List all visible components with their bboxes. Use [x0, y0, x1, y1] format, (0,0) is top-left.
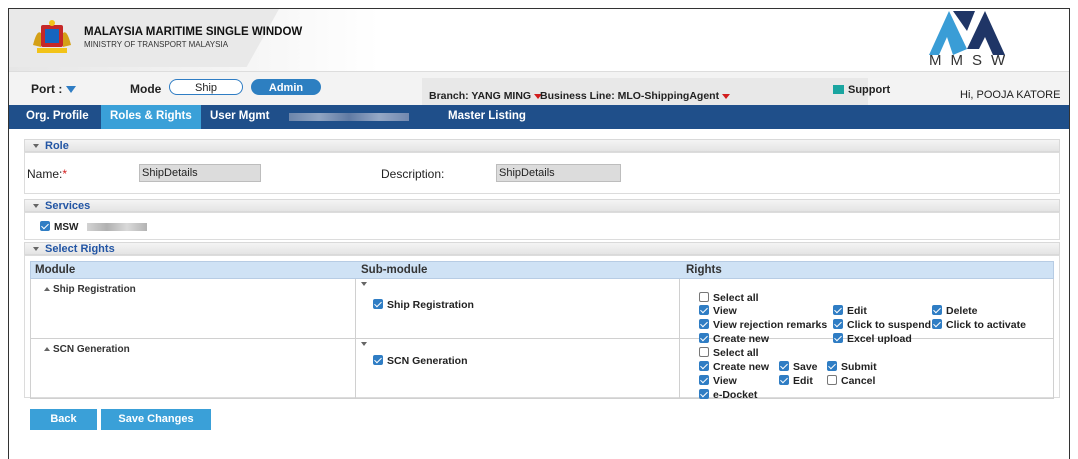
redacted-tab[interactable]	[289, 113, 409, 121]
right-select-all[interactable]: Select all	[699, 347, 759, 359]
checkbox-checked-icon[interactable]	[699, 305, 709, 315]
port-selector[interactable]: Port :	[31, 82, 77, 96]
rights-section-header[interactable]: Select Rights	[24, 242, 1060, 255]
app-frame: MALAYSIA MARITIME SINGLE WINDOW MINISTRY…	[8, 8, 1070, 459]
checkbox-checked-icon[interactable]	[699, 319, 709, 329]
rights-table-header: Module Sub-module Rights	[30, 261, 1054, 279]
name-input[interactable]: ShipDetails	[139, 164, 261, 182]
caret-down-icon	[66, 86, 77, 94]
mode-label: Mode	[130, 82, 162, 96]
mode-admin-toggle[interactable]: Admin	[251, 79, 321, 95]
collapse-icon[interactable]	[361, 342, 367, 346]
expand-icon	[44, 347, 50, 351]
expand-icon	[44, 287, 50, 291]
checkbox-checked-icon[interactable]	[833, 305, 843, 315]
services-section	[24, 212, 1060, 240]
collapse-icon	[33, 247, 39, 252]
checkbox-checked-icon[interactable]	[699, 389, 709, 399]
right-view[interactable]: View	[699, 305, 737, 317]
redacted-service	[87, 223, 147, 231]
description-label: Description:	[381, 167, 445, 181]
mode-ship-toggle[interactable]: Ship	[169, 79, 243, 95]
tab-master-listing[interactable]: Master Listing	[439, 105, 535, 129]
checkbox-unchecked-icon[interactable]	[827, 375, 837, 385]
checkbox-checked-icon[interactable]	[373, 355, 383, 365]
module-name[interactable]: SCN Generation	[44, 344, 130, 355]
tab-user-mgmt[interactable]: User Mgmt	[201, 105, 278, 129]
tab-roles-rights[interactable]: Roles & Rights	[101, 105, 201, 129]
caret-down-icon	[722, 93, 731, 99]
right-view[interactable]: View	[699, 375, 737, 387]
name-label: Name:*	[27, 167, 68, 181]
checkbox-unchecked-icon[interactable]	[699, 292, 709, 302]
branch-selector[interactable]: Branch: YANG MING	[429, 90, 543, 102]
collapse-icon	[33, 144, 39, 149]
col-submodule: Sub-module	[361, 264, 428, 276]
right-edit[interactable]: Edit	[833, 305, 867, 317]
service-msw[interactable]: MSW	[40, 221, 78, 233]
malaysia-crest-icon	[33, 20, 71, 53]
checkbox-checked-icon[interactable]	[699, 361, 709, 371]
role-section-header[interactable]: Role	[24, 139, 1060, 152]
support-icon	[833, 85, 844, 94]
collapse-icon	[33, 204, 39, 209]
services-section-header[interactable]: Services	[24, 199, 1060, 212]
right-cancel[interactable]: Cancel	[827, 375, 875, 387]
header: MALAYSIA MARITIME SINGLE WINDOW MINISTRY…	[9, 9, 1069, 71]
checkbox-checked-icon[interactable]	[932, 305, 942, 315]
right-click-to-activate[interactable]: Click to activate	[932, 319, 1026, 331]
right-edit[interactable]: Edit	[779, 375, 813, 387]
right-delete[interactable]: Delete	[932, 305, 978, 317]
right-save[interactable]: Save	[779, 361, 818, 373]
right-submit[interactable]: Submit	[827, 361, 877, 373]
checkbox-checked-icon[interactable]	[779, 361, 789, 371]
save-changes-button[interactable]: Save Changes	[101, 409, 211, 430]
checkbox-checked-icon[interactable]	[40, 221, 50, 231]
tab-org-profile[interactable]: Org. Profile	[17, 105, 98, 129]
right-select-all[interactable]: Select all	[699, 292, 759, 304]
checkbox-checked-icon[interactable]	[827, 361, 837, 371]
col-module: Module	[35, 264, 76, 276]
table-row: SCN Generation SCN Generation Select all…	[30, 339, 1054, 401]
support-link[interactable]: Support	[833, 84, 890, 96]
right-view-rejection-remarks[interactable]: View rejection remarks	[699, 319, 827, 331]
right-click-to-suspend[interactable]: Click to suspend	[833, 319, 931, 331]
description-input[interactable]: ShipDetails	[496, 164, 621, 182]
submodule-item[interactable]: Ship Registration	[373, 299, 474, 311]
table-row: Ship Registration Ship Registration Sele…	[30, 279, 1054, 345]
right-e-docket[interactable]: e-Docket	[699, 389, 757, 401]
brand-subtitle: MINISTRY OF TRANSPORT MALAYSIA	[84, 40, 229, 49]
checkbox-checked-icon[interactable]	[833, 319, 843, 329]
brand-title: MALAYSIA MARITIME SINGLE WINDOW	[84, 26, 303, 38]
checkbox-checked-icon[interactable]	[932, 319, 942, 329]
main-nav: Org. Profile Roles & Rights User Mgmt Ma…	[9, 105, 1069, 129]
checkbox-checked-icon[interactable]	[779, 375, 789, 385]
back-button[interactable]: Back	[30, 409, 97, 430]
collapse-icon[interactable]	[361, 282, 367, 286]
checkbox-unchecked-icon[interactable]	[699, 347, 709, 357]
module-name[interactable]: Ship Registration	[44, 284, 136, 295]
business-line-selector[interactable]: Business Line: MLO-ShippingAgent	[540, 90, 731, 102]
mmsw-logo-text: MMSW	[929, 52, 1015, 69]
col-rights: Rights	[686, 264, 722, 276]
checkbox-checked-icon[interactable]	[373, 299, 383, 309]
submodule-item[interactable]: SCN Generation	[373, 355, 468, 367]
right-create-new[interactable]: Create new	[699, 361, 769, 373]
checkbox-checked-icon[interactable]	[699, 375, 709, 385]
